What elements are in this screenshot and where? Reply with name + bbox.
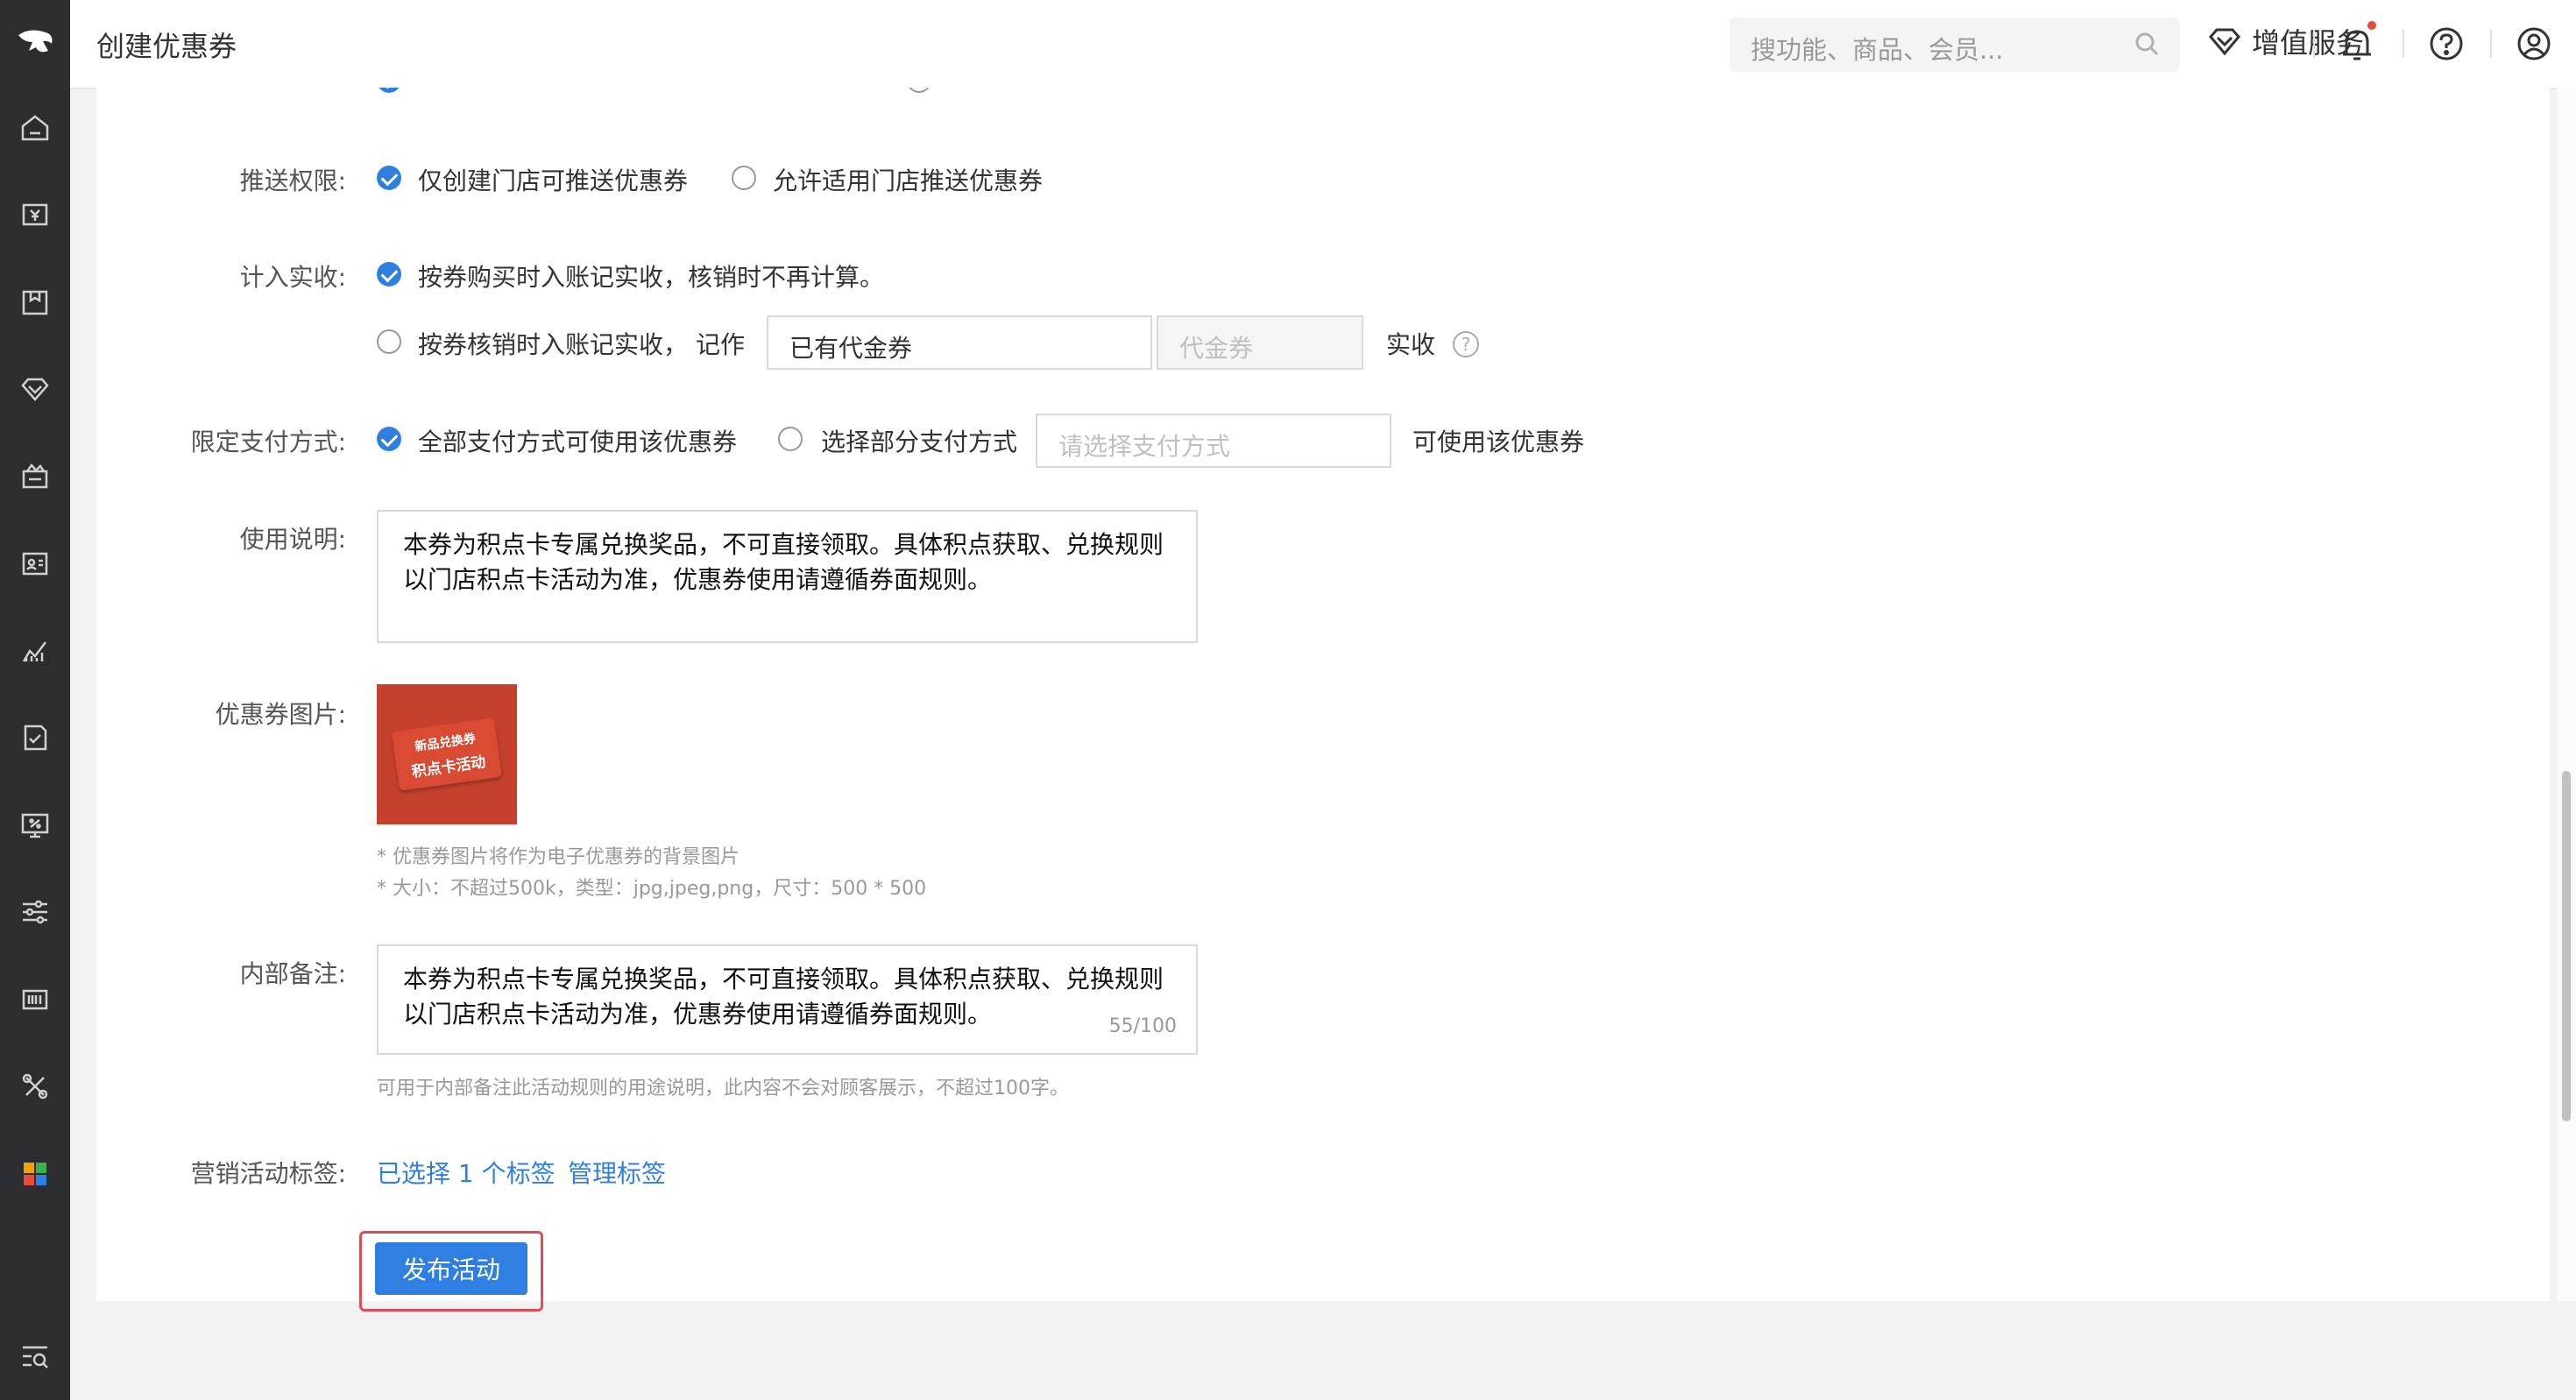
payment-option-partial[interactable]: 选择部分支付方式 (821, 423, 1017, 458)
image-hint: * 大小：不超过500k，类型：jpg,jpeg,png，尺寸：500 * 50… (377, 878, 927, 900)
payment-method-select[interactable]: 请选择支付方式 (1036, 414, 1391, 468)
apps-grid-icon[interactable] (0, 1130, 70, 1218)
brand-logo-icon[interactable] (0, 0, 70, 84)
scrollbar-thumb[interactable] (2562, 771, 2571, 1121)
form-card: 推送权限: 仅创建门店可推送优惠券 允许适用门店推送优惠券 计入实收: 按券购买… (96, 88, 2550, 1301)
question-icon[interactable]: ? (1453, 331, 1479, 357)
finance-icon[interactable] (0, 781, 70, 869)
revenue-option-purchase[interactable]: 按券购买时入账记实收，核销时不再计算。 (418, 258, 884, 293)
cashier-icon[interactable] (0, 172, 70, 259)
manage-tags-link[interactable]: 管理标签 (568, 1155, 666, 1190)
note-label: 内部备注: (239, 959, 346, 988)
top-bar: 创建优惠券 搜功能、商品、会员... 增值服务 (70, 0, 2576, 89)
coupon-image[interactable]: 新品兑换券 积点卡活动 (377, 684, 517, 824)
usage-text-line: 以门店积点卡活动为准，优惠券使用请遵循券面规则。 (403, 565, 993, 594)
sidebar (0, 0, 70, 1400)
diamond-icon (2209, 28, 2240, 56)
home-icon[interactable] (0, 84, 70, 172)
divider (2490, 30, 2492, 58)
push-permission-option-applicable[interactable]: 允许适用门店推送优惠券 (773, 162, 1043, 197)
usage-textarea[interactable]: 本券为积点卡专属兑换奖品，不可直接领取。具体积点获取、兑换规则 以门店积点卡活动… (377, 510, 1198, 643)
revenue-suffix: 实收 (1386, 330, 1436, 359)
note-char-counter: 55/100 (1108, 1015, 1177, 1037)
search-icon[interactable] (2133, 30, 2161, 61)
user-account-icon[interactable] (2516, 26, 2551, 65)
divider (2313, 30, 2315, 58)
payment-option-all[interactable]: 全部支付方式可使用该优惠券 (418, 423, 737, 458)
bell-icon[interactable] (2339, 26, 2374, 67)
voucher-input[interactable]: 代金券 (1157, 315, 1363, 370)
goods-icon[interactable] (0, 258, 70, 346)
divider (2403, 30, 2404, 58)
usage-text-line: 本券为积点卡专属兑换奖品，不可直接领取。具体积点获取、兑换规则 (403, 530, 1164, 559)
selected-tags-link[interactable]: 已选择 1 个标签 (377, 1155, 556, 1190)
push-permission-label: 推送权限: (239, 166, 346, 195)
search-placeholder: 搜功能、商品、会员... (1751, 35, 2004, 65)
global-search-input[interactable]: 搜功能、商品、会员... (1730, 18, 2180, 72)
revenue-label: 计入实收: (239, 263, 346, 292)
marketing-icon[interactable] (0, 433, 70, 520)
payment-radio-partial[interactable] (778, 427, 803, 451)
coupon-ticket: 新品兑换券 积点卡活动 (391, 718, 503, 791)
payment-label: 限定支付方式: (190, 428, 346, 456)
tools-icon[interactable] (0, 1043, 70, 1131)
staff-icon[interactable] (0, 520, 70, 608)
data-chart-icon[interactable] (0, 607, 70, 695)
note-text-line: 以门店积点卡活动为准，优惠券使用请遵循券面规则。 (403, 1000, 993, 1029)
collapse-menu-icon[interactable] (0, 1321, 70, 1391)
revenue-option-redeem[interactable]: 按券核销时入账记实收， (418, 326, 688, 361)
voucher-select[interactable]: 已有代金券 (767, 315, 1152, 370)
image-hint: * 优惠券图片将作为电子优惠券的背景图片 (377, 846, 740, 868)
tags-label: 营销活动标签: (190, 1159, 346, 1188)
revenue-record-as: 记作 (696, 330, 746, 359)
report-icon[interactable] (0, 695, 70, 782)
help-icon[interactable] (2429, 26, 2464, 65)
member-icon[interactable] (0, 346, 70, 434)
payment-radio-all[interactable] (377, 427, 401, 451)
page-title: 创建优惠券 (96, 30, 237, 63)
payment-suffix: 可使用该优惠券 (1412, 428, 1585, 456)
revenue-radio-purchase[interactable] (377, 262, 401, 286)
note-textarea[interactable]: 本券为积点卡专属兑换奖品，不可直接领取。具体积点获取、兑换规则 以门店积点卡活动… (377, 944, 1198, 1055)
radio-cut-off[interactable] (377, 88, 401, 93)
publish-button[interactable]: 发布活动 (375, 1242, 527, 1295)
revenue-radio-redeem[interactable] (377, 329, 401, 354)
usage-label: 使用说明: (239, 525, 346, 554)
radio-cut-off[interactable] (907, 88, 931, 93)
settings-sliders-icon[interactable] (0, 869, 70, 957)
image-label: 优惠券图片: (215, 700, 346, 729)
push-permission-option-creator[interactable]: 仅创建门店可推送优惠券 (418, 162, 688, 197)
note-hint: 可用于内部备注此活动规则的用途说明，此内容不会对顾客展示，不超过100字。 (377, 1078, 1069, 1099)
push-permission-radio-creator[interactable] (377, 166, 401, 190)
notification-dot (2367, 21, 2376, 30)
device-icon[interactable] (0, 956, 70, 1043)
push-permission-radio-applicable[interactable] (732, 166, 756, 190)
note-text-line: 本券为积点卡专属兑换奖品，不可直接领取。具体积点获取、兑换规则 (403, 965, 1164, 993)
